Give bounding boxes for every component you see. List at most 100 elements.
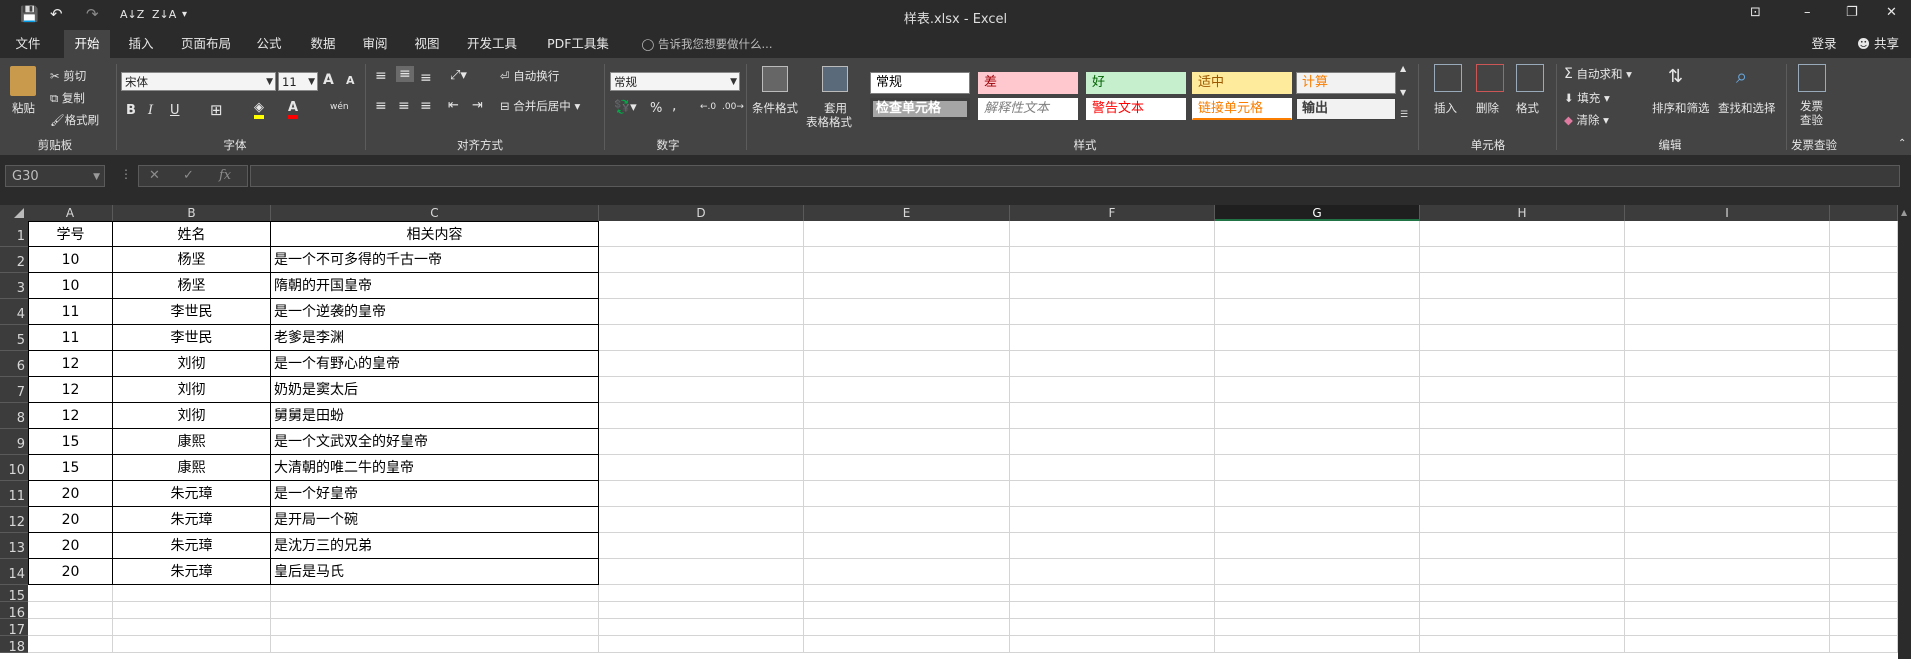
comma-button[interactable]: , bbox=[672, 98, 676, 114]
gallery-more-icon[interactable]: ☰ bbox=[1400, 110, 1408, 120]
empty-cell[interactable] bbox=[1420, 507, 1625, 533]
table-cell[interactable]: 李世民 bbox=[113, 325, 271, 351]
table-cell[interactable]: 刘彻 bbox=[113, 377, 271, 403]
empty-cell[interactable] bbox=[599, 481, 804, 507]
sort-filter-icon[interactable]: ⇅ bbox=[1668, 66, 1683, 87]
percent-button[interactable]: % bbox=[650, 101, 662, 116]
empty-cell[interactable] bbox=[804, 403, 1010, 429]
vertical-scrollbar[interactable] bbox=[1898, 205, 1911, 659]
column-header-c[interactable]: C bbox=[271, 205, 599, 221]
empty-cell[interactable] bbox=[1010, 351, 1215, 377]
empty-cell[interactable] bbox=[599, 636, 804, 653]
align-middle-icon[interactable]: ≡ bbox=[396, 66, 414, 82]
empty-cell[interactable] bbox=[599, 619, 804, 636]
tab-review[interactable]: 审阅 bbox=[352, 30, 398, 58]
empty-cell[interactable] bbox=[1215, 507, 1420, 533]
font-name-combo[interactable]: 宋体 ▼ bbox=[121, 72, 276, 91]
table-cell[interactable]: 是沈万三的兄弟 bbox=[271, 533, 599, 559]
row-header[interactable]: 1 bbox=[0, 221, 28, 247]
empty-cell[interactable] bbox=[1420, 481, 1625, 507]
enter-icon[interactable]: ✓ bbox=[183, 168, 194, 183]
scroll-up-icon[interactable]: ▲ bbox=[1901, 208, 1907, 217]
table-cell[interactable]: 奶奶是窦太后 bbox=[271, 377, 599, 403]
tab-insert[interactable]: 插入 bbox=[118, 30, 164, 58]
fill-color-button[interactable]: ◈ bbox=[254, 100, 264, 119]
empty-cell[interactable] bbox=[1625, 481, 1830, 507]
empty-cell[interactable] bbox=[1830, 273, 1898, 299]
cell-style-2[interactable]: 差 bbox=[978, 72, 1078, 94]
table-cell[interactable]: 12 bbox=[28, 377, 113, 403]
table-cell[interactable]: 20 bbox=[28, 559, 113, 585]
empty-cell[interactable] bbox=[1010, 481, 1215, 507]
empty-cell[interactable] bbox=[1215, 481, 1420, 507]
name-box[interactable]: G30 ▼ bbox=[5, 165, 105, 187]
row-header[interactable]: 18 bbox=[0, 636, 28, 655]
row-header[interactable]: 16 bbox=[0, 602, 28, 621]
collapse-ribbon-icon[interactable]: ⌃ bbox=[1898, 138, 1906, 149]
cell-style-3[interactable]: 好 bbox=[1086, 72, 1186, 94]
table-cell[interactable]: 康熙 bbox=[113, 429, 271, 455]
currency-icon[interactable]: 💱▾ bbox=[614, 100, 637, 115]
align-center-icon[interactable]: ≡ bbox=[398, 98, 410, 114]
align-top-icon[interactable]: ≡ bbox=[375, 68, 387, 84]
tab-pdf-tools[interactable]: PDF工具集 bbox=[540, 30, 616, 58]
empty-cell[interactable] bbox=[271, 619, 599, 636]
empty-cell[interactable] bbox=[28, 619, 113, 636]
empty-cell[interactable] bbox=[599, 403, 804, 429]
table-cell[interactable]: 朱元璋 bbox=[113, 533, 271, 559]
cut-button[interactable]: ✂ 剪切 bbox=[50, 68, 86, 84]
table-cell[interactable]: 12 bbox=[28, 403, 113, 429]
empty-cell[interactable] bbox=[1830, 533, 1898, 559]
table-cell[interactable]: 10 bbox=[28, 273, 113, 299]
find-select-button[interactable]: 查找和选择 bbox=[1718, 100, 1776, 116]
empty-cell[interactable] bbox=[599, 325, 804, 351]
empty-cell[interactable] bbox=[271, 636, 599, 653]
empty-cell[interactable] bbox=[1420, 221, 1625, 247]
empty-cell[interactable] bbox=[113, 602, 271, 619]
row-header[interactable]: 17 bbox=[0, 619, 28, 638]
tab-view[interactable]: 视图 bbox=[404, 30, 450, 58]
empty-cell[interactable] bbox=[599, 455, 804, 481]
empty-cell[interactable] bbox=[28, 636, 113, 653]
cell-style-8[interactable]: 警告文本 bbox=[1086, 98, 1186, 120]
empty-cell[interactable] bbox=[804, 619, 1010, 636]
table-cell[interactable]: 老爹是李渊 bbox=[271, 325, 599, 351]
empty-cell[interactable] bbox=[1215, 221, 1420, 247]
number-format-combo[interactable]: 常规 ▼ bbox=[610, 72, 740, 91]
table-cell[interactable]: 刘彻 bbox=[113, 351, 271, 377]
empty-cell[interactable] bbox=[804, 507, 1010, 533]
row-header[interactable]: 6 bbox=[0, 351, 28, 377]
empty-cell[interactable] bbox=[804, 481, 1010, 507]
table-cell[interactable]: 朱元璋 bbox=[113, 559, 271, 585]
insert-cells-icon[interactable] bbox=[1434, 64, 1462, 92]
table-cell[interactable]: 舅舅是田蚡 bbox=[271, 403, 599, 429]
autosum-button[interactable]: Σ 自动求和 ▾ bbox=[1564, 66, 1632, 82]
empty-cell[interactable] bbox=[1010, 299, 1215, 325]
table-cell[interactable]: 朱元璋 bbox=[113, 481, 271, 507]
tell-me-search[interactable]: ◯ 告诉我您想要做什么... bbox=[632, 30, 782, 58]
merge-center-button[interactable]: ⊟ 合并后居中 ▾ bbox=[500, 98, 580, 114]
row-header[interactable]: 7 bbox=[0, 377, 28, 403]
empty-cell[interactable] bbox=[1010, 585, 1215, 602]
empty-cell[interactable] bbox=[1830, 507, 1898, 533]
table-cell[interactable]: 是一个有野心的皇帝 bbox=[271, 351, 599, 377]
empty-cell[interactable] bbox=[1830, 325, 1898, 351]
table-cell[interactable]: 是一个逆袭的皇帝 bbox=[271, 299, 599, 325]
empty-cell[interactable] bbox=[1420, 403, 1625, 429]
empty-cell[interactable] bbox=[1215, 351, 1420, 377]
table-cell[interactable]: 是一个文武双全的好皇帝 bbox=[271, 429, 599, 455]
tab-formulas[interactable]: 公式 bbox=[246, 30, 292, 58]
empty-cell[interactable] bbox=[1215, 585, 1420, 602]
empty-cell[interactable] bbox=[1830, 403, 1898, 429]
empty-cell[interactable] bbox=[1420, 299, 1625, 325]
empty-cell[interactable] bbox=[1215, 533, 1420, 559]
empty-cell[interactable] bbox=[599, 221, 804, 247]
column-header-e[interactable]: E bbox=[804, 205, 1010, 221]
column-header-i[interactable]: I bbox=[1625, 205, 1830, 221]
decrease-indent-icon[interactable]: ⇤ bbox=[448, 98, 459, 113]
empty-cell[interactable] bbox=[28, 585, 113, 602]
empty-cell[interactable] bbox=[804, 455, 1010, 481]
decrease-decimal-icon[interactable]: .00→ bbox=[722, 102, 744, 112]
empty-cell[interactable] bbox=[1420, 636, 1625, 653]
column-header-b[interactable]: B bbox=[113, 205, 271, 221]
